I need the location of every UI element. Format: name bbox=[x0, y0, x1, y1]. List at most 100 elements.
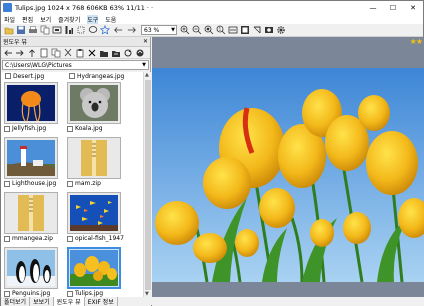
thumbnail-scrollbar[interactable]: ▲ ▼ bbox=[143, 72, 151, 297]
delete-icon[interactable] bbox=[86, 47, 97, 58]
paste-icon[interactable] bbox=[74, 47, 85, 58]
thumbnail-image bbox=[70, 195, 118, 231]
copy-icon[interactable] bbox=[39, 25, 50, 36]
pane-close-button[interactable]: ✕ bbox=[143, 38, 148, 45]
cut-icon[interactable] bbox=[62, 47, 73, 58]
path-input[interactable]: C:\Users\WLG\Pictures ▼ bbox=[2, 60, 149, 70]
scrollbar-thumb[interactable] bbox=[145, 80, 151, 290]
thumbnail-item[interactable]: mam.zip bbox=[67, 137, 124, 189]
copy-icon[interactable] bbox=[50, 47, 61, 58]
rating-stars[interactable]: ★★ bbox=[410, 37, 423, 46]
forward-arrow-icon[interactable] bbox=[14, 47, 25, 58]
tab-folder-view[interactable]: 폴더보기 bbox=[1, 297, 31, 306]
menu-edit[interactable]: 편집 bbox=[22, 15, 33, 24]
crop-icon[interactable] bbox=[75, 25, 86, 36]
slideshow-icon[interactable] bbox=[263, 25, 274, 36]
minimize-button[interactable]: — bbox=[363, 1, 383, 14]
pane-header: 윈도우 뷰 ✕ bbox=[1, 37, 150, 47]
thumbnail-filename: opical-fish_1947... bbox=[75, 235, 124, 242]
tab-preview[interactable]: 보보기 bbox=[30, 297, 54, 306]
thumbnail-item[interactable]: Penguins.jpg bbox=[4, 247, 61, 297]
thumbnail-frame[interactable] bbox=[67, 192, 121, 234]
favorite-icon[interactable] bbox=[99, 25, 110, 36]
thumbnail-item[interactable]: opical-fish_1947... bbox=[67, 192, 124, 244]
list-item[interactable]: Desert.jpg bbox=[5, 72, 62, 80]
menu-tools[interactable]: 도구 bbox=[87, 14, 99, 24]
thumbnail-item[interactable]: Tulips.jpg bbox=[67, 247, 124, 297]
menu-favorites[interactable]: 즐겨찾기 bbox=[58, 15, 80, 24]
item-checkbox[interactable] bbox=[5, 73, 11, 79]
tab-exif-info[interactable]: EXIF 정보 bbox=[85, 297, 118, 306]
list-item[interactable]: Hydrangeas.jpg bbox=[69, 72, 126, 80]
thumbnail-item[interactable]: Koala.jpg bbox=[67, 82, 124, 134]
move-folder-icon[interactable] bbox=[110, 47, 121, 58]
zoom-original-icon[interactable]: 1 bbox=[215, 25, 226, 36]
close-button[interactable]: ✕ bbox=[403, 1, 423, 14]
thumbnail-frame[interactable] bbox=[67, 82, 121, 124]
refresh-icon[interactable] bbox=[122, 47, 133, 58]
new-folder-icon[interactable] bbox=[98, 47, 109, 58]
chevron-down-icon[interactable]: ▼ bbox=[142, 62, 146, 68]
menu-help[interactable]: 도움 bbox=[105, 15, 116, 24]
thumbnail-image bbox=[18, 195, 44, 231]
print-icon[interactable] bbox=[27, 25, 38, 36]
back-arrow-icon[interactable] bbox=[2, 47, 13, 58]
lasso-icon[interactable] bbox=[87, 25, 98, 36]
fullscreen-icon[interactable] bbox=[239, 25, 250, 36]
item-checkbox[interactable] bbox=[67, 180, 73, 187]
item-checkbox[interactable] bbox=[67, 290, 73, 297]
menu-view[interactable]: 보기 bbox=[40, 15, 51, 24]
pane-toolbar bbox=[1, 47, 150, 59]
maximize-button[interactable]: ☐ bbox=[383, 1, 403, 14]
item-checkbox[interactable] bbox=[4, 125, 10, 132]
zoom-out-icon[interactable] bbox=[191, 25, 202, 36]
zoom-width-icon[interactable] bbox=[227, 25, 238, 36]
zoom-select[interactable]: 63 % ▼ bbox=[141, 25, 177, 35]
rotate-icon[interactable] bbox=[251, 25, 262, 36]
thumbnail-frame[interactable] bbox=[67, 137, 121, 179]
thumbnail-item[interactable]: Lighthouse.jpg bbox=[4, 137, 61, 189]
thumbnail-item[interactable]: mmangea.zip bbox=[4, 192, 61, 244]
blank-page-icon[interactable] bbox=[38, 47, 49, 58]
item-checkbox[interactable] bbox=[69, 73, 75, 79]
item-checkbox[interactable] bbox=[4, 180, 10, 187]
settings-icon[interactable] bbox=[275, 25, 286, 36]
thumbnail-filename: Jellyfish.jpg bbox=[12, 125, 47, 132]
back-arrow-icon[interactable] bbox=[111, 25, 124, 36]
thumbnail-frame[interactable] bbox=[4, 137, 58, 179]
path-text: C:\Users\WLG\Pictures bbox=[5, 61, 72, 69]
thumbnail-frame[interactable] bbox=[4, 82, 58, 124]
thumbnail-image bbox=[7, 140, 55, 176]
sort-icon[interactable] bbox=[134, 47, 145, 58]
menu-bar: 파일 편집 보기 즐겨찾기 도구 도움 bbox=[1, 14, 423, 24]
zoom-value: 63 % bbox=[144, 26, 160, 34]
item-checkbox[interactable] bbox=[67, 235, 73, 242]
window-title: Tulips.jpg 1024 x 768 606KB 63% 11/11 · … bbox=[15, 3, 154, 12]
viewer-status-bar bbox=[152, 297, 424, 306]
item-checkbox[interactable] bbox=[67, 125, 73, 132]
zoom-fit-icon[interactable] bbox=[203, 25, 214, 36]
scroll-up-icon[interactable]: ▲ bbox=[145, 72, 149, 78]
fit-icon[interactable] bbox=[51, 25, 62, 36]
forward-arrow-icon[interactable] bbox=[125, 25, 138, 36]
menu-file[interactable]: 파일 bbox=[4, 15, 15, 24]
thumbnail-frame[interactable] bbox=[4, 192, 58, 234]
up-arrow-icon[interactable] bbox=[26, 47, 37, 58]
item-checkbox[interactable] bbox=[4, 290, 10, 297]
image-viewer[interactable]: ★★ bbox=[152, 37, 424, 297]
thumbnail-item[interactable]: Jellyfish.jpg bbox=[4, 82, 61, 134]
tab-window-view[interactable]: 윈도우 뷰 bbox=[53, 297, 85, 306]
pane-tabs: 폴더보기 보보기 윈도우 뷰 EXIF 정보 bbox=[1, 297, 151, 306]
thumbnail-image bbox=[70, 250, 118, 286]
thumbnail-filename: Koala.jpg bbox=[75, 125, 103, 132]
save-icon[interactable] bbox=[15, 25, 26, 36]
thumbnail-caption: Jellyfish.jpg bbox=[4, 125, 61, 132]
zoom-in-icon[interactable] bbox=[179, 25, 190, 36]
open-folder-icon[interactable] bbox=[3, 25, 14, 36]
thumbnail-frame[interactable] bbox=[67, 247, 121, 289]
app-icon bbox=[3, 3, 12, 12]
info-icon[interactable] bbox=[63, 25, 74, 36]
thumbnail-frame[interactable] bbox=[4, 247, 58, 289]
item-checkbox[interactable] bbox=[4, 235, 10, 242]
thumbnail-filename: Lighthouse.jpg bbox=[12, 180, 57, 187]
